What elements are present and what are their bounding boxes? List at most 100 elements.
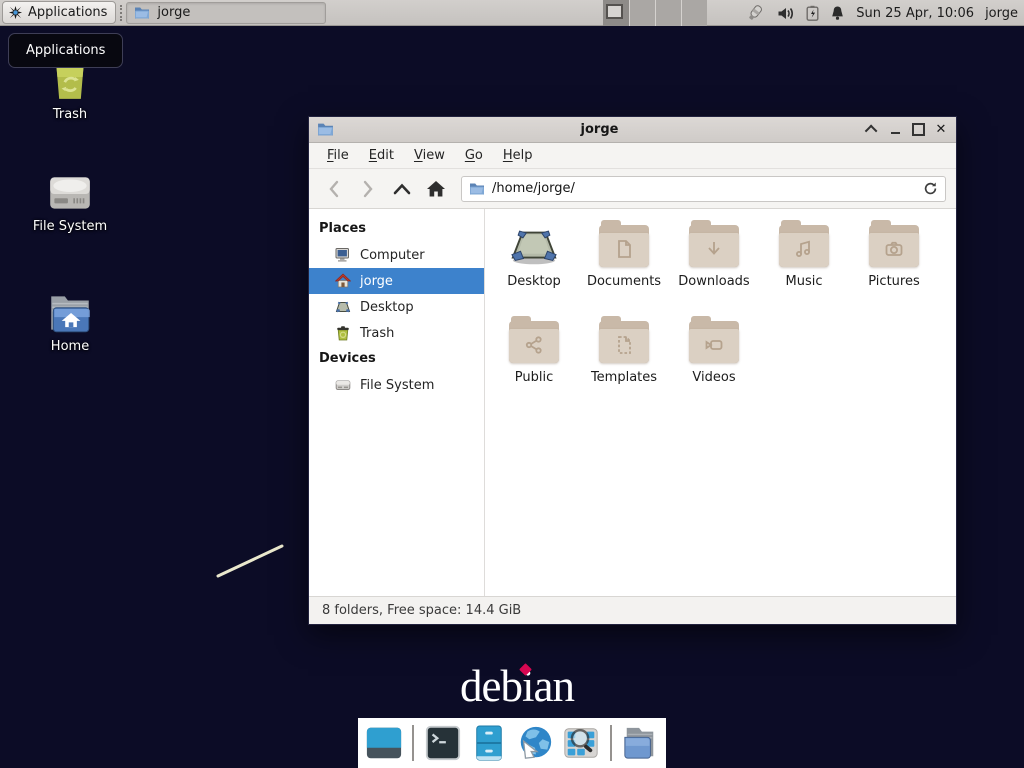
menu-go[interactable]: Go bbox=[455, 145, 493, 166]
close-button[interactable]: ✕ bbox=[934, 123, 948, 137]
folder-icon bbox=[779, 225, 829, 267]
forward-button[interactable] bbox=[353, 175, 383, 203]
camera-emblem-icon bbox=[882, 237, 906, 261]
applications-menu-button[interactable]: Applications bbox=[2, 1, 116, 24]
sidebar-item-desktop[interactable]: Desktop bbox=[309, 294, 484, 320]
grid-item-label: Documents bbox=[587, 274, 661, 289]
up-button[interactable] bbox=[387, 175, 417, 203]
panel-handle[interactable] bbox=[120, 5, 123, 21]
debian-wallpaper-wordmark: debian bbox=[452, 660, 582, 708]
workspace-2[interactable] bbox=[629, 0, 655, 26]
applications-menu-label: Applications bbox=[28, 5, 107, 20]
video-camera-emblem-icon bbox=[702, 333, 726, 357]
taskbar-window-button[interactable]: jorge bbox=[126, 2, 326, 24]
reload-icon[interactable] bbox=[923, 181, 938, 196]
clock[interactable]: Sun 25 Apr, 10:06 bbox=[856, 6, 974, 21]
grid-item-label: Music bbox=[786, 274, 823, 289]
sidebar-item-label: Computer bbox=[360, 248, 425, 263]
system-tray: Sun 25 Apr, 10:06 jorge bbox=[744, 0, 1018, 26]
back-button[interactable] bbox=[319, 175, 349, 203]
location-path: /home/jorge/ bbox=[492, 181, 575, 196]
workspace-4[interactable] bbox=[681, 0, 707, 26]
home-folder-icon bbox=[45, 292, 95, 334]
wordmark-text: debian bbox=[460, 661, 574, 711]
minimize-button[interactable] bbox=[888, 123, 902, 137]
folder-icon bbox=[689, 225, 739, 267]
web-browser-launcher[interactable] bbox=[516, 723, 555, 763]
sidebar-item-label: Desktop bbox=[360, 300, 414, 315]
toolbar: /home/jorge/ bbox=[309, 169, 956, 209]
computer-icon bbox=[335, 247, 351, 263]
sidebar-item-jorge[interactable]: jorge bbox=[309, 268, 484, 294]
desktop-icon bbox=[335, 299, 351, 315]
top-panel: Applications jorge Sun 25 Apr, 10:06 jor… bbox=[0, 0, 1024, 26]
shade-button[interactable] bbox=[865, 123, 879, 137]
desktop-trapezoid-icon bbox=[509, 225, 559, 267]
grid-item-pictures[interactable]: Pictures bbox=[849, 223, 939, 319]
grid-item-label: Pictures bbox=[868, 274, 919, 289]
file-manager-launcher[interactable] bbox=[469, 723, 508, 763]
document-emblem-icon bbox=[612, 237, 636, 261]
grid-item-public[interactable]: Public bbox=[489, 319, 579, 415]
menu-help[interactable]: Help bbox=[493, 145, 543, 166]
grid-item-desktop[interactable]: Desktop bbox=[489, 223, 579, 319]
home-icon bbox=[335, 273, 351, 289]
desktop-icon-label: Trash bbox=[53, 107, 87, 122]
workspace-window-thumb bbox=[606, 4, 623, 19]
volume-icon[interactable] bbox=[777, 6, 795, 21]
dock-separator bbox=[610, 725, 612, 761]
sidebar-header-devices: Devices bbox=[309, 346, 484, 372]
notification-bell-icon[interactable] bbox=[830, 5, 845, 21]
grid-item-label: Videos bbox=[692, 370, 735, 385]
grid-item-templates[interactable]: Templates bbox=[579, 319, 669, 415]
sidebar-item-computer[interactable]: Computer bbox=[309, 242, 484, 268]
show-desktop-button[interactable] bbox=[364, 723, 403, 763]
download-arrow-emblem-icon bbox=[702, 237, 726, 261]
sidebar-header-places: Places bbox=[309, 216, 484, 242]
folder-icon bbox=[469, 182, 485, 196]
sidebar-item-trash[interactable]: Trash bbox=[309, 320, 484, 346]
menu-edit[interactable]: Edit bbox=[359, 145, 404, 166]
grid-item-downloads[interactable]: Downloads bbox=[669, 223, 759, 319]
grid-item-documents[interactable]: Documents bbox=[579, 223, 669, 319]
window-controls: ✕ bbox=[865, 123, 948, 137]
application-finder-launcher[interactable] bbox=[562, 723, 601, 763]
sidebar-item-file-system[interactable]: File System bbox=[309, 372, 484, 398]
desktop-icon-label: File System bbox=[33, 219, 107, 234]
location-bar[interactable]: /home/jorge/ bbox=[461, 176, 946, 202]
window-content: Places Computer jorge Desktop bbox=[309, 209, 956, 596]
grid-item-music[interactable]: Music bbox=[759, 223, 849, 319]
folder-icon bbox=[689, 321, 739, 363]
desktop-icon-home[interactable]: Home bbox=[22, 292, 118, 354]
taskbar-window-label: jorge bbox=[157, 5, 190, 20]
grid-item-label: Desktop bbox=[507, 274, 561, 289]
maximize-button[interactable] bbox=[911, 123, 925, 137]
session-user-label[interactable]: jorge bbox=[985, 6, 1018, 21]
workspace-switcher bbox=[603, 0, 707, 26]
terminal-launcher[interactable] bbox=[423, 723, 462, 763]
desktop-icon-file-system[interactable]: File System bbox=[22, 172, 118, 234]
folder-icon bbox=[599, 321, 649, 363]
desktop-icon-label: Home bbox=[51, 339, 89, 354]
pointing-device-icon[interactable] bbox=[744, 4, 766, 22]
statusbar: 8 folders, Free space: 14.4 GiB bbox=[309, 596, 956, 624]
hard-drive-icon bbox=[335, 377, 351, 393]
grid-item-label: Templates bbox=[591, 370, 657, 385]
applications-tooltip: Applications bbox=[8, 33, 123, 68]
status-text: 8 folders, Free space: 14.4 GiB bbox=[322, 603, 521, 618]
window-title: jorge bbox=[340, 122, 859, 137]
battery-icon[interactable] bbox=[806, 5, 819, 21]
menu-file[interactable]: File bbox=[317, 145, 359, 166]
wallpaper-line-decoration bbox=[210, 538, 292, 582]
directory-menu-launcher[interactable] bbox=[621, 723, 660, 763]
grid-item-label: Public bbox=[515, 370, 553, 385]
home-button[interactable] bbox=[421, 175, 451, 203]
workspace-1[interactable] bbox=[603, 0, 629, 26]
grid-item-label: Downloads bbox=[678, 274, 749, 289]
xfce-logo-icon bbox=[8, 5, 23, 20]
grid-item-videos[interactable]: Videos bbox=[669, 319, 759, 415]
menu-view[interactable]: View bbox=[404, 145, 455, 166]
window-titlebar[interactable]: jorge ✕ bbox=[309, 117, 956, 143]
workspace-3[interactable] bbox=[655, 0, 681, 26]
dock-separator bbox=[412, 725, 414, 761]
